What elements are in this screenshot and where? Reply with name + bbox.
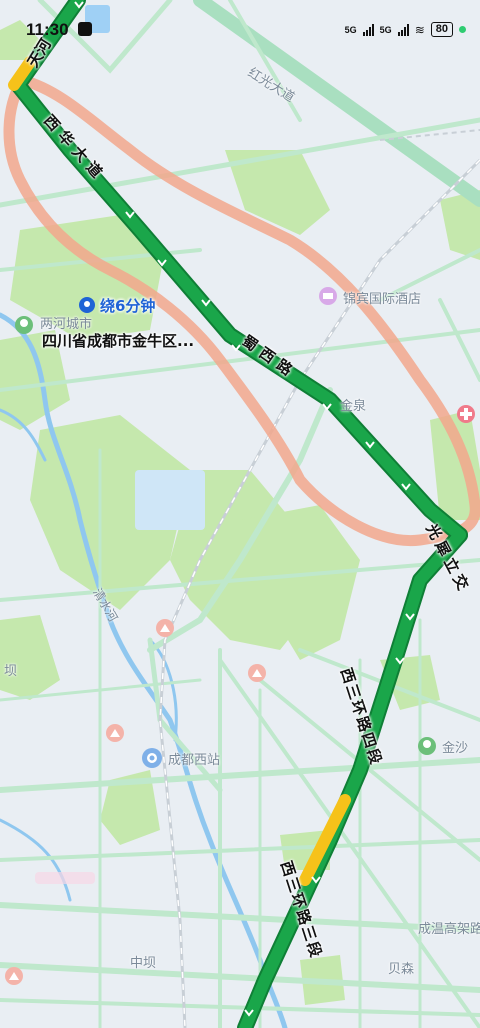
road-label-chengwen-expressway: 成温高架路 bbox=[418, 922, 480, 937]
place-label-zhongba: 中坝 bbox=[130, 956, 157, 971]
pond bbox=[85, 5, 110, 33]
place-label-jinquan: 金泉 bbox=[340, 399, 367, 414]
scenic-spot-icon[interactable] bbox=[156, 619, 174, 637]
train-station-icon[interactable] bbox=[142, 748, 162, 768]
scenic-spot-icon[interactable] bbox=[106, 724, 124, 742]
lake bbox=[135, 470, 205, 530]
location-pin-icon bbox=[79, 297, 95, 313]
place-label-lianghe-park: 两河城市 bbox=[40, 317, 93, 332]
scenic-spot-icon[interactable] bbox=[248, 664, 266, 682]
place-label-jinbin-hotel: 锦宾国际酒店 bbox=[343, 292, 422, 307]
place-label-chengdu-west-station: 成都西站 bbox=[168, 753, 221, 768]
blurred-label bbox=[35, 872, 95, 884]
hotel-icon[interactable] bbox=[319, 287, 337, 305]
hospital-icon[interactable] bbox=[457, 405, 475, 423]
park-icon[interactable] bbox=[15, 316, 33, 334]
scenic-spot-icon[interactable] bbox=[5, 967, 23, 985]
destination-address: 四川省成都市金牛区... bbox=[42, 332, 195, 350]
place-label-beisen: 贝森 bbox=[388, 962, 415, 977]
park-icon[interactable] bbox=[418, 737, 436, 755]
place-label-ba: 坝 bbox=[4, 664, 18, 679]
place-label-jinsha: 金沙 bbox=[442, 741, 469, 756]
detour-time-label: 绕6分钟 bbox=[100, 297, 156, 315]
